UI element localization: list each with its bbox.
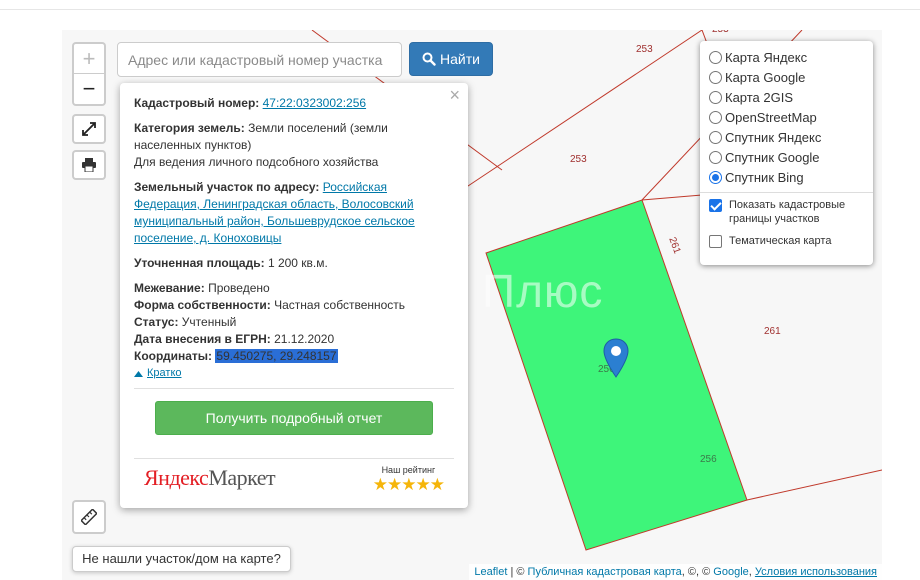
attribution-separator: | © — [507, 566, 528, 578]
rating-stars: ★★★★★ — [372, 475, 445, 494]
boundary-line — [461, 30, 703, 191]
triangle-up-icon — [134, 370, 143, 377]
layer-option-google-satellite[interactable]: Спутник Google — [709, 147, 865, 167]
ownership-value: Частная собственность — [274, 298, 406, 312]
layer-option-osm[interactable]: OpenStreetMap — [709, 107, 865, 127]
boundary-line — [746, 469, 882, 501]
zoom-out-button[interactable]: − — [74, 74, 104, 104]
attribution-separator: , ©, © — [681, 566, 714, 578]
egrn-label: Дата внесения в ЕГРН: — [134, 332, 271, 346]
area-label: Уточненная площадь: — [134, 256, 265, 270]
layer-option-yandex-satellite[interactable]: Спутник Яндекс — [709, 127, 865, 147]
zoom-control: + − — [72, 42, 106, 106]
printer-icon — [82, 158, 96, 172]
magnifier-icon — [422, 52, 436, 66]
layer-label: OpenStreetMap — [725, 109, 817, 125]
collapse-label: Кратко — [147, 367, 182, 379]
ownership-label: Форма собственности: — [134, 298, 271, 312]
checkbox-label: Показать кадастровые границы участков — [729, 199, 846, 225]
collapse-link[interactable]: Кратко — [134, 365, 454, 382]
thematic-map-toggle[interactable]: Тематическая карта — [709, 234, 865, 248]
layer-label: Карта Яндекс — [725, 49, 808, 65]
search-button[interactable]: Найти — [409, 42, 493, 76]
parcel-label: 261 — [764, 326, 781, 337]
egrn-value: 21.12.2020 — [274, 332, 335, 346]
area-row: Уточненная площадь: 1 200 кв.м. — [134, 255, 454, 272]
status-value: Учтенный — [181, 315, 237, 329]
coords-label: Координаты: — [134, 349, 213, 363]
radio-button[interactable] — [709, 110, 722, 124]
cadastral-borders-toggle[interactable]: Показать кадастровые границы участков — [709, 198, 865, 226]
radio-button[interactable] — [709, 50, 722, 64]
layer-switcher: Карта Яндекс Карта Google Карта 2GIS Ope… — [700, 41, 873, 265]
egrn-row: Дата внесения в ЕГРН: 21.12.2020 — [134, 331, 454, 348]
category-label: Категория земель: — [134, 121, 245, 135]
map-marker-icon[interactable] — [603, 338, 629, 378]
survey-label: Межевание: — [134, 281, 205, 295]
cadastral-label: Кадастровый номер: — [134, 96, 260, 110]
leaflet-link[interactable]: Leaflet — [474, 566, 507, 578]
layer-label: Спутник Google — [725, 149, 820, 165]
divider — [134, 388, 454, 389]
top-bar — [0, 0, 920, 10]
get-report-button[interactable]: Получить подробный отчет — [155, 401, 433, 435]
terms-link[interactable]: Условия использования — [755, 566, 877, 578]
radio-button[interactable] — [709, 90, 722, 104]
radio-button[interactable] — [709, 130, 722, 144]
layer-option-google-map[interactable]: Карта Google — [709, 67, 865, 87]
status-row: Статус: Учтенный — [134, 314, 454, 331]
map-attribution: Leaflet | © Публичная кадастровая карта,… — [469, 564, 882, 580]
address-row: Земельный участок по адресу: Российская … — [134, 179, 454, 247]
not-found-button[interactable]: Не нашли участок/дом на карте? — [72, 546, 291, 572]
parcel-label: 256 — [700, 454, 717, 465]
checkbox[interactable] — [709, 235, 722, 248]
radio-button[interactable] — [709, 70, 722, 84]
layer-option-bing-satellite[interactable]: Спутник Bing — [709, 167, 865, 187]
layer-label: Спутник Яндекс — [725, 129, 822, 145]
divider — [700, 192, 873, 193]
ownership-row: Форма собственности: Частная собственнос… — [134, 297, 454, 314]
expand-icon — [82, 122, 96, 136]
survey-value: Проведено — [208, 281, 270, 295]
category-row: Категория земель: Земли поселений (земли… — [134, 120, 454, 171]
parcel-label: 253 — [636, 44, 653, 55]
search-input[interactable] — [117, 42, 402, 77]
parcel-info-popup: × Кадастровый номер: 47:22:0323002:256 К… — [120, 83, 468, 508]
layer-label: Спутник Bing — [725, 169, 804, 185]
layer-label: Карта Google — [725, 69, 806, 85]
coords-value[interactable]: 59.450275, 29.248157 — [215, 349, 338, 363]
print-button[interactable] — [72, 150, 106, 180]
status-label: Статус: — [134, 315, 179, 329]
radio-button[interactable] — [709, 150, 722, 164]
cadastral-link[interactable]: 47:22:0323002:256 — [263, 96, 366, 110]
search-button-label: Найти — [440, 51, 480, 67]
cadastral-row: Кадастровый номер: 47:22:0323002:256 — [134, 95, 454, 112]
layer-option-yandex-map[interactable]: Карта Яндекс — [709, 47, 865, 67]
layer-option-2gis-map[interactable]: Карта 2GIS — [709, 87, 865, 107]
checkbox-label: Тематическая карта — [729, 235, 832, 247]
coords-row: Координаты: 59.450275, 29.248157 — [134, 348, 454, 365]
google-link[interactable]: Google — [713, 566, 748, 578]
zoom-in-button[interactable]: + — [74, 44, 104, 74]
measure-button[interactable] — [72, 500, 106, 534]
yandex-market-badge[interactable]: ЯндексМаркет Наш рейтинг ★★★★★ — [134, 458, 454, 498]
address-label: Земельный участок по адресу: — [134, 180, 320, 194]
layer-label: Карта 2GIS — [725, 89, 794, 105]
radio-button-selected[interactable] — [709, 170, 722, 184]
survey-row: Межевание: Проведено — [134, 280, 454, 297]
parcel-label: 253 — [712, 30, 729, 35]
checkbox-checked[interactable] — [709, 199, 722, 212]
fullscreen-button[interactable] — [72, 114, 106, 144]
usage-value: Для ведения личного подсобного хозяйства — [134, 155, 379, 169]
pkk-link[interactable]: Публичная кадастровая карта — [528, 566, 682, 578]
parcel-label: 253 — [570, 154, 587, 165]
area-value: 1 200 кв.м. — [267, 256, 328, 270]
watermark-text: Плюс — [482, 265, 604, 317]
close-icon[interactable]: × — [449, 86, 460, 104]
ruler-icon — [81, 509, 97, 525]
yandex-market-logo: ЯндексМаркет — [144, 465, 276, 490]
rating-block: Наш рейтинг ★★★★★ — [372, 465, 445, 494]
